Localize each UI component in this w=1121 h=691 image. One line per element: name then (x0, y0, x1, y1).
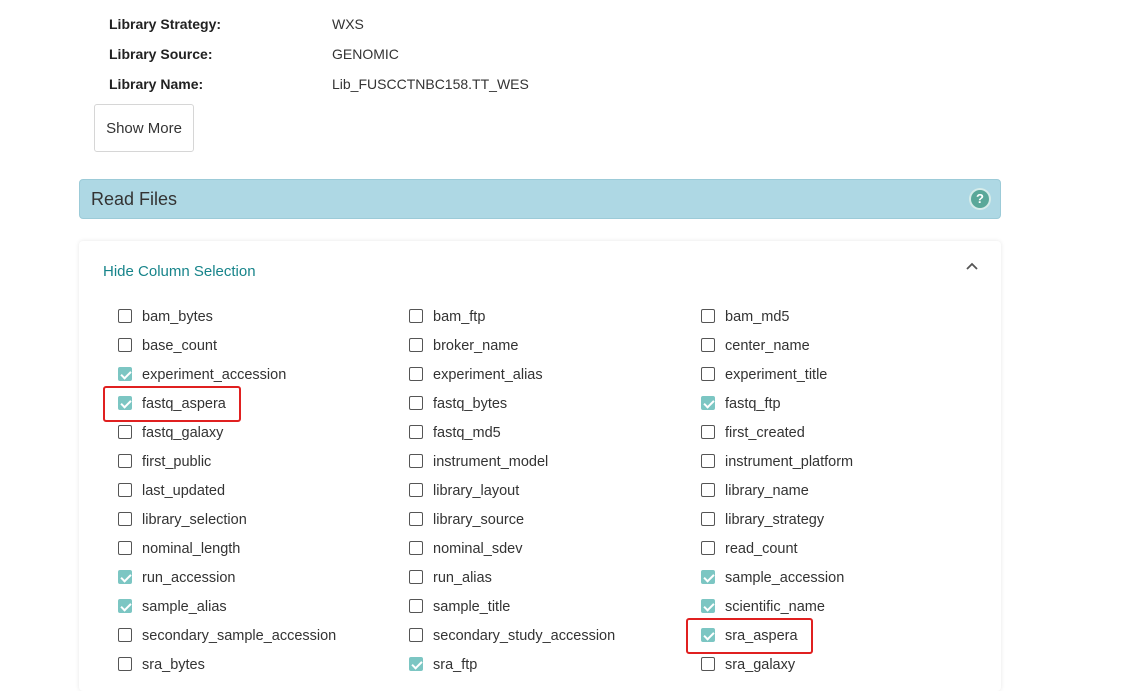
checkbox-label: sample_title (433, 599, 511, 615)
checkbox-label: run_accession (142, 570, 236, 586)
checkbox-label: fastq_ftp (725, 396, 781, 412)
checkbox[interactable] (701, 396, 715, 410)
checkbox-label: bam_md5 (725, 309, 790, 325)
checkbox-label: bam_bytes (142, 309, 213, 325)
checkbox[interactable] (409, 309, 423, 323)
checkbox[interactable] (118, 483, 132, 497)
checkbox[interactable] (409, 483, 423, 497)
checkbox-label: library_source (433, 512, 525, 528)
checkbox[interactable] (701, 570, 715, 584)
checkbox[interactable] (118, 599, 132, 613)
hide-column-selection-link[interactable]: Hide Column Selection (103, 263, 256, 280)
checkbox-label: nominal_sdev (433, 541, 523, 557)
checkbox[interactable] (118, 541, 132, 555)
checkbox[interactable] (701, 425, 715, 439)
detail-label: Library Source: (109, 46, 213, 62)
checkbox[interactable] (409, 338, 423, 352)
checkbox-label: first_public (142, 454, 212, 470)
checkbox-label: center_name (725, 338, 810, 354)
checkbox[interactable] (701, 309, 715, 323)
checkbox[interactable] (701, 454, 715, 468)
checkbox[interactable] (701, 367, 715, 381)
checkbox[interactable] (118, 454, 132, 468)
checkbox[interactable] (118, 338, 132, 352)
checkbox[interactable] (701, 541, 715, 555)
checkbox[interactable] (701, 338, 715, 352)
checkbox-label: sra_ftp (433, 657, 478, 673)
checkbox-label: run_alias (433, 570, 492, 586)
checkbox-label: broker_name (433, 338, 519, 354)
checkbox-label: base_count (142, 338, 217, 354)
detail-label: Library Strategy: (109, 16, 222, 32)
checkbox-label: instrument_platform (725, 454, 854, 470)
checkbox[interactable] (409, 628, 423, 642)
checkbox-label: library_selection (142, 512, 247, 528)
checkbox[interactable] (701, 657, 715, 671)
checkbox-label: last_updated (142, 483, 226, 499)
checkbox[interactable] (118, 628, 132, 642)
detail-value: Lib_FUSCCTNBC158.TT_WES (332, 76, 529, 92)
detail-label: Library Name: (109, 76, 204, 92)
checkbox[interactable] (118, 512, 132, 526)
detail-value: GENOMIC (332, 46, 399, 62)
checkbox-label: secondary_study_accession (433, 628, 616, 644)
checkbox[interactable] (409, 454, 423, 468)
checkbox[interactable] (118, 657, 132, 671)
highlight-box (686, 618, 813, 654)
checkbox[interactable] (701, 483, 715, 497)
checkbox[interactable] (409, 541, 423, 555)
checkbox-label: sra_bytes (142, 657, 205, 673)
show-more-button[interactable]: Show More (94, 104, 194, 152)
checkbox-label: library_layout (433, 483, 520, 499)
chevron-up-icon[interactable] (965, 259, 979, 273)
detail-value: WXS (332, 16, 364, 32)
checkbox[interactable] (118, 570, 132, 584)
checkbox-label: instrument_model (433, 454, 549, 470)
checkbox[interactable] (409, 396, 423, 410)
checkbox[interactable] (409, 599, 423, 613)
checkbox[interactable] (409, 512, 423, 526)
checkbox-label: library_name (725, 483, 809, 499)
checkbox[interactable] (701, 599, 715, 613)
highlight-box (103, 386, 241, 422)
checkbox[interactable] (118, 425, 132, 439)
checkbox[interactable] (118, 309, 132, 323)
checkbox-label: experiment_accession (142, 367, 287, 383)
checkbox[interactable] (409, 367, 423, 381)
checkbox[interactable] (409, 570, 423, 584)
checkbox-label: sra_galaxy (725, 657, 796, 673)
checkbox[interactable] (118, 367, 132, 381)
checkbox-label: read_count (725, 541, 798, 557)
checkbox-label: first_created (725, 425, 805, 441)
checkbox-label: sample_alias (142, 599, 227, 615)
checkbox-label: sample_accession (725, 570, 845, 586)
checkbox-label: nominal_length (142, 541, 241, 557)
checkbox[interactable] (701, 512, 715, 526)
checkbox-label: fastq_md5 (433, 425, 501, 441)
checkbox-label: fastq_galaxy (142, 425, 224, 441)
read-files-title: Read Files (91, 189, 178, 209)
checkbox[interactable] (409, 657, 423, 671)
checkbox-label: secondary_sample_accession (142, 628, 337, 644)
checkbox-label: scientific_name (725, 599, 825, 615)
checkbox[interactable] (409, 425, 423, 439)
checkbox-label: fastq_bytes (433, 396, 508, 412)
checkbox-label: bam_ftp (433, 309, 486, 325)
read-files-header: Read Files ? (79, 179, 1001, 219)
checkbox-label: library_strategy (725, 512, 825, 528)
checkbox-label: experiment_alias (433, 367, 543, 383)
help-icon[interactable]: ? (971, 190, 989, 208)
checkbox-label: experiment_title (725, 367, 828, 383)
column-selection-panel: Hide Column Selection bam_bytes base_coun… (79, 241, 1001, 691)
